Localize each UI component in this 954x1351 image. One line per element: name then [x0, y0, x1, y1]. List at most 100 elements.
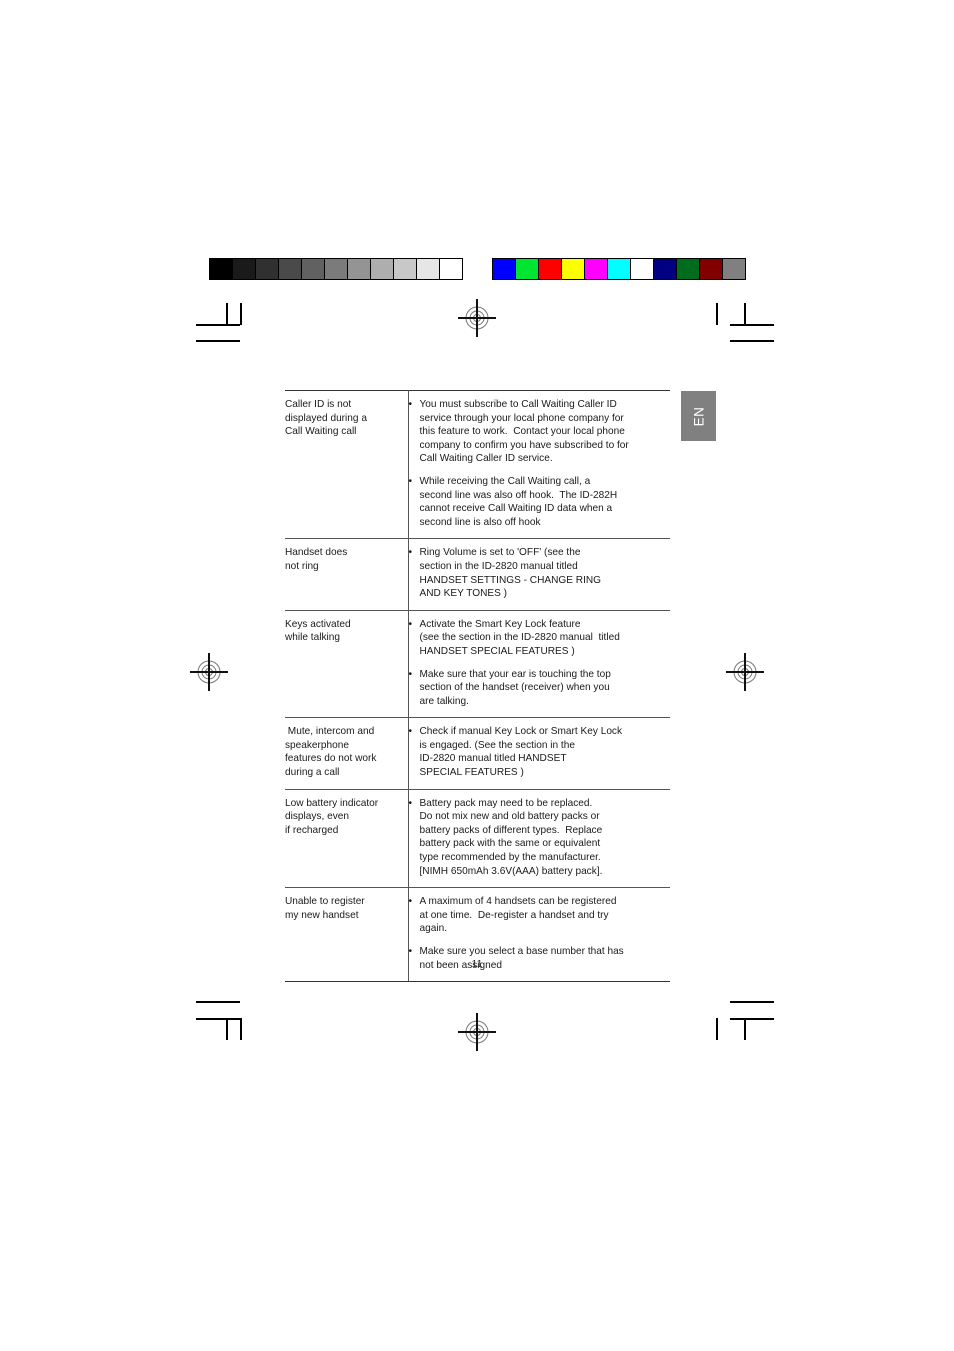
grayscale-swatch-0 — [210, 259, 233, 279]
crop-mark-top-right-vertical-inner — [744, 303, 746, 325]
solution-bullet-item: • Ring Volume is set to 'OFF' (see the sec… — [409, 546, 671, 600]
solution-line: AND KEY TONES ) — [419, 588, 508, 600]
solution-line: ID-2820 manual titled HANDSET — [419, 753, 567, 765]
solution-line: (see the section in the ID-2820 manual t… — [419, 632, 620, 644]
language-tab-label: EN — [690, 406, 706, 426]
grayscale-swatch-10 — [440, 259, 462, 279]
solution-cell: • Activate the Smart Key Lock feature (see… — [408, 610, 671, 719]
grayscale-swatch-8 — [394, 259, 417, 279]
solution-line: Call Waiting Caller ID service. — [419, 453, 553, 465]
solution-line: again. — [419, 923, 448, 935]
symptom-cell: Handset does not ring — [285, 538, 409, 611]
solution-line: this feature to work. Contact your local… — [419, 426, 625, 438]
grayscale-swatch-1 — [233, 259, 256, 279]
solution-line: Activate the Smart Key Lock feature — [419, 618, 581, 630]
solution-line: Make sure that your ear is touching the … — [419, 668, 611, 680]
symptom-line: speakerphone — [285, 739, 349, 751]
symptom-line: Call Waiting call — [285, 426, 357, 438]
solution-line: battery pack with the same or equivalent — [419, 838, 601, 850]
solution-bullet-item: • While receiving the Call Waiting call, … — [409, 475, 671, 529]
solution-line: are talking. — [419, 695, 469, 707]
symptom-line: during a call — [285, 767, 340, 779]
solution-line: company to confirm you have subscribed t… — [419, 439, 629, 451]
solution-bullet-item: • Activate the Smart Key Lock feature (see… — [409, 618, 671, 659]
solution-line: Do not mix new and old battery packs or — [419, 811, 600, 823]
bullet-icon: • — [408, 726, 413, 738]
solution-line: Battery pack may need to be replaced. — [419, 797, 593, 809]
crop-mark-bottom-right-horizontal-inner — [730, 1018, 774, 1020]
color-swatch-4 — [585, 259, 608, 279]
solution-line: Make sure you select a base number that … — [419, 946, 624, 957]
bullet-icon: • — [408, 946, 413, 957]
color-swatch-1 — [516, 259, 539, 279]
table-row: Low battery indicator displays, even if re… — [285, 789, 671, 889]
table-row: Caller ID is not displayed during a Call W… — [285, 389, 671, 540]
grayscale-swatch-3 — [279, 259, 302, 279]
solution-line: second line was also off hook. The ID-28… — [419, 489, 618, 501]
solution-line: Check if manual Key Lock or Smart Key Lo… — [419, 726, 623, 738]
page-number: 11 — [471, 958, 483, 970]
registration-mark-left-center — [190, 653, 228, 691]
symptom-cell: Mute, intercom and speakerphone features d… — [285, 717, 409, 790]
color-swatch-8 — [677, 259, 700, 279]
grayscale-swatch-5 — [325, 259, 348, 279]
symptom-line: Mute, intercom and — [285, 726, 375, 738]
symptom-cell: Low battery indicator displays, even if re… — [285, 789, 409, 889]
solution-bullet-item: • Check if manual Key Lock or Smart Key L… — [409, 725, 671, 779]
solution-line: [NIMH 650mAh 3.6V(AAA) battery pack]. — [419, 865, 603, 877]
symptom-cell: Caller ID is not displayed during a Call W… — [285, 389, 409, 540]
symptom-line: Low battery indicator — [285, 797, 379, 809]
symptom-line: while talking — [285, 632, 340, 644]
solution-line: section of the handset (receiver) when y… — [419, 682, 610, 694]
crop-mark-bottom-left-horizontal-inner — [196, 1018, 240, 1020]
solution-line: SPECIAL FEATURES ) — [419, 767, 524, 779]
solution-line: section in the ID-2820 manual titled — [419, 560, 578, 572]
registration-crosshair-vertical — [476, 1013, 478, 1051]
grayscale-calibration-bar — [209, 258, 463, 280]
solution-line: service through your local phone company… — [419, 412, 624, 424]
crop-mark-bottom-right-vertical-inner — [744, 1018, 746, 1040]
bullet-icon: • — [408, 475, 413, 487]
crop-mark-bottom-right-vertical-outer — [716, 1018, 718, 1040]
registration-mark-right-center — [726, 653, 764, 691]
symptom-line: displayed during a — [285, 412, 367, 424]
symptom-line: if recharged — [285, 824, 339, 836]
symptom-line: displays, even — [285, 811, 349, 823]
color-swatch-10 — [723, 259, 745, 279]
solution-line: You must subscribe to Call Waiting Calle… — [419, 399, 617, 410]
symptom-line: Keys activated — [285, 618, 351, 630]
symptom-line: not ring — [285, 560, 319, 572]
language-tab-en: EN — [681, 391, 716, 441]
solution-line: type recommended by the manufacturer. — [419, 852, 601, 864]
symptom-line: features do not work — [285, 753, 377, 765]
color-swatch-7 — [654, 259, 677, 279]
symptom-line: my new handset — [285, 909, 359, 921]
crop-mark-top-left-vertical-outer — [240, 303, 242, 325]
crop-mark-top-left-vertical-inner — [226, 303, 228, 325]
table-row: Mute, intercom and speakerphone features d… — [285, 717, 671, 790]
crop-mark-top-right-vertical-outer — [716, 303, 718, 325]
solution-line: battery packs of different types. Replac… — [419, 824, 603, 836]
grayscale-swatch-4 — [302, 259, 325, 279]
solution-bullet-item: • You must subscribe to Call Waiting Call… — [409, 398, 671, 466]
bullet-icon: • — [408, 896, 413, 908]
solution-cell: • Battery pack may need to be replaced. Do… — [408, 789, 671, 889]
registration-crosshair-vertical — [476, 299, 478, 337]
crop-mark-bottom-left-vertical-inner — [226, 1018, 228, 1040]
troubleshooting-table-body: Caller ID is not displayed during a Call W… — [285, 389, 671, 983]
solution-cell: • Ring Volume is set to 'OFF' (see the sec… — [408, 538, 671, 611]
bullet-icon: • — [408, 547, 413, 559]
symptom-line: Caller ID is not — [285, 399, 352, 410]
solution-line: HANDSET SPECIAL FEATURES ) — [419, 645, 575, 657]
solution-bullet-item: • Battery pack may need to be replaced. Do… — [409, 797, 671, 879]
registration-crosshair-vertical — [208, 653, 210, 691]
solution-line: Ring Volume is set to 'OFF' (see the — [419, 547, 581, 559]
solution-line: at one time. De-register a handset and t… — [419, 909, 609, 921]
table-row: Keys activated while talking • Activate the… — [285, 610, 671, 719]
bullet-icon: • — [408, 399, 413, 410]
crop-mark-top-left-horizontal-inner — [196, 324, 240, 326]
grayscale-swatch-2 — [256, 259, 279, 279]
bullet-icon: • — [408, 797, 413, 809]
crop-mark-top-right-horizontal-inner — [730, 324, 774, 326]
registration-mark-bottom-center — [458, 1013, 496, 1051]
